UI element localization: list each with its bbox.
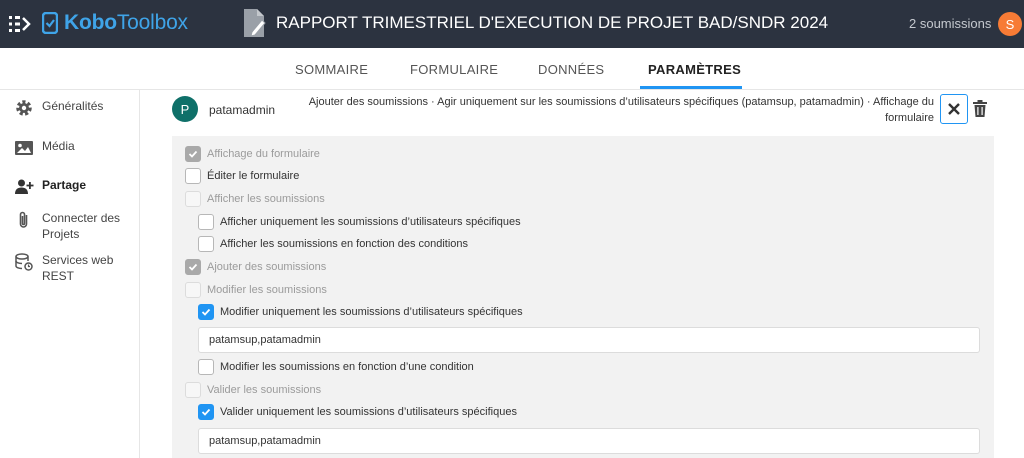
checkbox[interactable] <box>185 168 201 184</box>
checkmark-icon <box>201 408 211 416</box>
option-valider-utilisateurs-specifiques[interactable]: Valider uniquement les soumissions d’uti… <box>198 404 517 420</box>
checkbox[interactable] <box>185 259 201 275</box>
tab-parametres[interactable]: PARAMÈTRES <box>648 62 741 77</box>
image-icon <box>15 141 33 155</box>
option-label: Afficher uniquement les soumissions d’ut… <box>220 216 521 228</box>
option-label: Afficher les soumissions en fonction des… <box>220 238 469 250</box>
option-label: Modifier les soumissions <box>207 284 327 296</box>
checkmark-icon <box>188 150 198 158</box>
option-label: Modifier les soumissions en fonction d’u… <box>220 361 474 373</box>
option-editer-formulaire[interactable]: Éditer le formulaire <box>185 168 299 184</box>
main-tabs: SOMMAIRE FORMULAIRE DONNÉES PARAMÈTRES <box>0 48 1024 90</box>
gear-icon <box>16 100 32 116</box>
sidebar-item-media[interactable]: Média <box>14 138 128 158</box>
user-avatar: P <box>172 96 198 122</box>
option-modifier-condition[interactable]: Modifier les soumissions en fonction d’u… <box>198 359 474 375</box>
database-icon <box>15 253 33 271</box>
option-affichage-formulaire[interactable]: Affichage du formulaire <box>185 146 320 162</box>
option-label: Valider les soumissions <box>207 384 322 396</box>
close-icon <box>948 103 960 115</box>
option-ajouter-soumissions[interactable]: Ajouter des soumissions <box>185 259 326 275</box>
username: patamadmin <box>209 103 276 117</box>
option-afficher-soumissions[interactable]: Afficher les soumissions <box>185 191 325 207</box>
sidebar-item-label: Connecter des Projets <box>42 211 121 241</box>
tab-formulaire[interactable]: FORMULAIRE <box>410 62 498 77</box>
tab-donnees[interactable]: DONNÉES <box>538 62 604 77</box>
tab-sommaire[interactable]: SOMMAIRE <box>295 62 368 77</box>
option-modifier-utilisateurs-specifiques[interactable]: Modifier uniquement les soumissions d’ut… <box>198 304 523 320</box>
validate-users-input[interactable] <box>198 428 980 454</box>
form-icon <box>242 7 268 39</box>
close-permissions-button[interactable] <box>940 94 968 124</box>
option-afficher-utilisateurs-specifiques[interactable]: Afficher uniquement les soumissions d’ut… <box>198 214 521 230</box>
sidebar-item-partage[interactable]: Partage <box>14 177 128 197</box>
option-afficher-conditions[interactable]: Afficher les soumissions en fonction des… <box>198 236 468 252</box>
top-bar: KoboToolbox RAPPORT TRIMESTRIEL D'EXECUT… <box>0 0 1024 48</box>
sidebar-item-label: Services web REST <box>42 253 114 283</box>
option-label: Afficher les soumissions <box>207 193 325 205</box>
add-user-icon <box>15 179 34 194</box>
permissions-panel: Affichage du formulaire Éditer le formul… <box>172 136 994 458</box>
option-label: Modifier uniquement les soumissions d’ut… <box>220 306 523 318</box>
checkmark-icon <box>201 308 211 316</box>
option-label: Valider uniquement les soumissions d’uti… <box>220 406 517 418</box>
active-tab-indicator <box>640 86 742 89</box>
checkbox[interactable] <box>185 282 201 298</box>
kobotoolbox-logo[interactable]: KoboToolbox <box>42 11 188 35</box>
menu-toggle-icon[interactable] <box>8 12 32 36</box>
user-permission-row: P patamadmin Ajouter des soumissions · A… <box>172 94 996 132</box>
modify-users-input[interactable] <box>198 327 980 353</box>
remove-user-button[interactable] <box>972 99 988 119</box>
permission-summary: Ajouter des soumissions · Agir uniquemen… <box>308 96 934 124</box>
sidebar-item-label: Partage <box>42 178 87 192</box>
checkbox[interactable] <box>198 304 214 320</box>
option-valider-soumissions[interactable]: Valider les soumissions <box>185 382 321 398</box>
sidebar-item-label: Généralités <box>42 99 104 113</box>
checkbox[interactable] <box>198 236 214 252</box>
account-avatar[interactable]: S <box>998 12 1022 36</box>
sidebar-item-label: Média <box>42 139 75 153</box>
checkbox[interactable] <box>198 359 214 375</box>
checkmark-icon <box>188 263 198 271</box>
option-modifier-soumissions[interactable]: Modifier les soumissions <box>185 282 327 298</box>
sidebar-item-connecter-projets[interactable]: Connecter des Projets <box>14 210 128 242</box>
kobo-logo-icon <box>42 12 58 34</box>
checkbox[interactable] <box>185 146 201 162</box>
checkbox[interactable] <box>185 382 201 398</box>
paperclip-icon <box>19 211 28 228</box>
checkbox[interactable] <box>185 191 201 207</box>
option-label: Éditer le formulaire <box>207 170 300 182</box>
logo-text: KoboToolbox <box>64 11 188 34</box>
option-label: Ajouter des soumissions <box>207 261 327 273</box>
option-label: Affichage du formulaire <box>207 148 320 160</box>
settings-sidebar: Généralités Média Partage Connecter des … <box>0 90 140 458</box>
sidebar-item-generalites[interactable]: Généralités <box>14 98 128 118</box>
project-title: RAPPORT TRIMESTRIEL D'EXECUTION DE PROJE… <box>276 13 829 32</box>
submission-count: 2 soumissions <box>909 16 992 31</box>
checkbox[interactable] <box>198 214 214 230</box>
checkbox[interactable] <box>198 404 214 420</box>
sidebar-item-services-rest[interactable]: Services web REST <box>14 252 128 284</box>
trash-icon <box>973 100 987 117</box>
